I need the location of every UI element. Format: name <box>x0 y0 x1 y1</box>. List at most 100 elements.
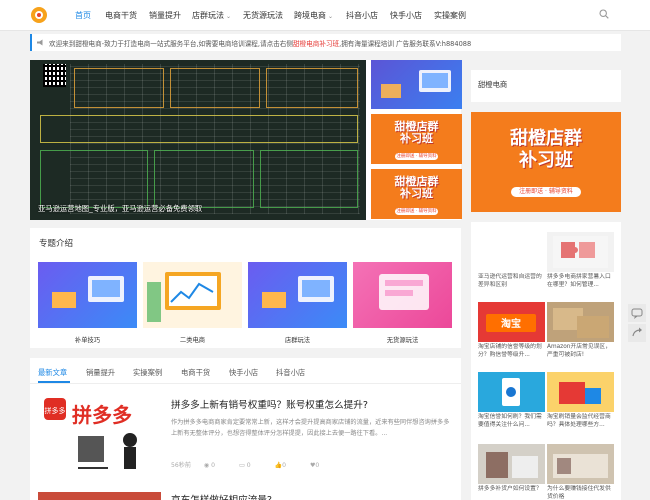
warehouse-illustration <box>547 444 614 484</box>
grid-item-image[interactable] <box>478 444 545 484</box>
grid-item-image[interactable] <box>547 444 614 484</box>
sidebar-banner-subtitle: 注册即送 · 辅导资料 <box>511 187 581 197</box>
sidebar-banner[interactable]: 甜橙店群 补习班 注册即送 · 辅导资料 <box>471 112 621 212</box>
tab-latest[interactable]: 最新文章 <box>38 368 67 378</box>
tab-active-indicator <box>38 381 70 383</box>
thumb-title: 甜橙店群 补习班 <box>394 120 439 145</box>
share-icon <box>632 327 642 337</box>
thumb-subtitle: 注册即送 · 辅导资料 <box>395 208 438 215</box>
nav-kuaishou[interactable]: 快手小店 <box>390 10 422 21</box>
map-block <box>74 68 164 108</box>
sidebar-banner-title: 甜橙店群 补习班 <box>510 128 582 171</box>
nav-store-group[interactable]: 店群玩法 ⌄ <box>192 10 231 21</box>
topic-label[interactable]: 店群玩法 <box>248 335 347 344</box>
grid-item-text[interactable]: 淘宝刷销量会监代经营商吗？具体处理哪些方... <box>547 414 614 429</box>
grid-item-image[interactable]: 淘宝 <box>478 302 545 342</box>
comments-icon: ▭ 0 <box>238 462 251 469</box>
grid-item-text[interactable]: 拼多多补货户如何设置？ <box>478 486 545 494</box>
nav-sales-boost[interactable]: 销量提升 <box>149 10 181 21</box>
tab-sales[interactable]: 销量提升 <box>86 368 115 378</box>
grid-item-image[interactable] <box>478 372 545 412</box>
grid-item-text[interactable]: 淘宝信誉如何刷？我们需要值得关注什么问... <box>478 414 545 429</box>
tab-cases[interactable]: 实操案例 <box>133 368 162 378</box>
nav-ecommerce-tips[interactable]: 电商干货 <box>105 10 137 21</box>
taobao-illustration: 淘宝 <box>478 302 545 342</box>
topic-illustration <box>52 276 124 308</box>
site-logo[interactable] <box>31 7 47 23</box>
topic-label[interactable]: 无货源玩法 <box>353 335 452 344</box>
float-share-button[interactable] <box>628 324 646 342</box>
article-views: 0 <box>211 462 216 469</box>
topic-image[interactable] <box>38 262 137 328</box>
topic-image[interactable] <box>353 262 452 328</box>
article-thumbnail[interactable]: 拼多多 拼多多 <box>38 392 161 474</box>
thumb-illustration <box>381 70 451 98</box>
chevron-down-icon: ⌄ <box>226 13 232 20</box>
topic-label[interactable]: 补单技巧 <box>38 335 137 344</box>
topic-illustration <box>379 274 429 310</box>
nav-douyin[interactable]: 抖音小店 <box>346 10 378 21</box>
article-time: 56秒前 <box>171 462 191 469</box>
ecommerce-illustration <box>478 372 545 412</box>
notice-text-after: ,拥有海量课程培训 广告服务联系V:h884088 <box>339 40 472 48</box>
article-title[interactable]: 拼多多上新有销号权重吗？账号权重怎么提升? <box>171 397 368 411</box>
nav-home[interactable]: 首页 <box>75 10 91 21</box>
grid-item-text[interactable]: Amazon开店常见误区，严重可被封店! <box>547 344 614 359</box>
topic-label[interactable]: 二类电商 <box>143 335 242 344</box>
nav-cross-border-label: 跨境电商 <box>294 11 326 20</box>
float-comment-button[interactable] <box>628 304 646 322</box>
nav-cross-border[interactable]: 跨境电商 ⌄ <box>294 10 333 21</box>
map-block <box>40 115 358 143</box>
search-icon[interactable] <box>599 9 609 19</box>
slider-thumb[interactable] <box>371 60 462 109</box>
grid-item-text[interactable]: 淘宝店铺的信誉等级的划分？购信誉等级升... <box>478 344 545 359</box>
site-header: 首页 电商干货 销量提升 店群玩法 ⌄ 无货源玩法 跨境电商 ⌄ 抖音小店 快手小店… <box>0 0 650 31</box>
like-icon[interactable]: 👍0 <box>275 462 297 469</box>
topic-image[interactable] <box>248 262 347 328</box>
notice-bar: 欢迎来到甜橙电商-致力于打造电商一站式服务平台,如需要电商培训课程,请点击右侧甜… <box>30 34 621 51</box>
chevron-down-icon: ⌄ <box>328 13 334 20</box>
tabs-divider <box>30 383 461 384</box>
grid-item-text[interactable]: 拼多多电商拼家营暑入口在哪里？如何管理... <box>547 274 614 289</box>
tab-tips[interactable]: 电商干货 <box>181 368 210 378</box>
nav-no-stock[interactable]: 无货源玩法 <box>243 10 283 21</box>
article-likes: 0 <box>282 462 286 469</box>
grid-item-image[interactable] <box>547 232 614 272</box>
grid-item-text[interactable]: 为什么要赚钱接住代发供货价格 <box>547 486 614 500</box>
grid-item-text[interactable]: 亚马逊代运营和自运营的差异和区别 <box>478 274 545 289</box>
svg-text:淘宝: 淘宝 <box>501 317 521 330</box>
notice-text-before: 欢迎来到甜橙电商-致力于打造电商一站式服务平台,如需要电商培训课程,请点击右侧 <box>49 40 293 48</box>
topic-image[interactable] <box>143 262 242 328</box>
grid-item-image[interactable] <box>547 302 614 342</box>
article-title[interactable]: 京东怎样做好相应流量? <box>171 492 272 500</box>
comment-icon <box>631 308 643 319</box>
delivery-illustration <box>547 372 614 412</box>
store-illustration <box>478 444 545 484</box>
nav-cases[interactable]: 实操案例 <box>434 10 466 21</box>
slider-main-image[interactable] <box>30 60 366 220</box>
amazon-boxes-illustration <box>547 302 614 342</box>
favorite-icon[interactable]: ♥0 <box>310 462 330 469</box>
thumb-subtitle: 注册即送 · 辅导资料 <box>395 153 438 160</box>
tab-douyin[interactable]: 抖音小店 <box>276 368 305 378</box>
pinduoduo-illustration: 拼多多 拼多多 <box>44 398 137 469</box>
article-thumbnail-logo-text: 拼多多 <box>45 406 66 415</box>
grid-item-image[interactable] <box>547 372 614 412</box>
grid-item-image[interactable] <box>478 232 545 272</box>
article-thumbnail[interactable] <box>38 492 161 500</box>
slider-caption[interactable]: 亚马逊运营地图_专业版，亚马逊运营必备免费领取 <box>38 204 202 214</box>
sidebar-title: 甜橙电商 <box>478 80 508 89</box>
map-block <box>170 68 260 108</box>
slider-thumb[interactable]: 甜橙店群 补习班 注册即送 · 辅导资料 <box>371 169 462 219</box>
notice-link[interactable]: 甜橙电商补习班 <box>293 40 339 48</box>
article-comments: 0 <box>246 462 251 469</box>
tab-kuaishou[interactable]: 快手小店 <box>229 368 258 378</box>
article-excerpt: 作为拼多多电商商家肯定要常常上新，这样才会提升提高商家店铺的流量，近来有些同伴想… <box>171 419 450 437</box>
views-icon: ◉ 0 <box>203 462 216 469</box>
topic-illustration <box>147 272 221 322</box>
thumb-title: 甜橙店群 补习班 <box>394 175 439 200</box>
puzzle-illustration <box>553 236 608 268</box>
notice-text: 欢迎来到甜橙电商-致力于打造电商一站式服务平台,如需要电商培训课程,请点击右侧甜… <box>49 38 471 48</box>
slider-thumb[interactable]: 甜橙店群 补习班 注册即送 · 辅导资料 <box>371 114 462 164</box>
map-block <box>40 150 148 208</box>
